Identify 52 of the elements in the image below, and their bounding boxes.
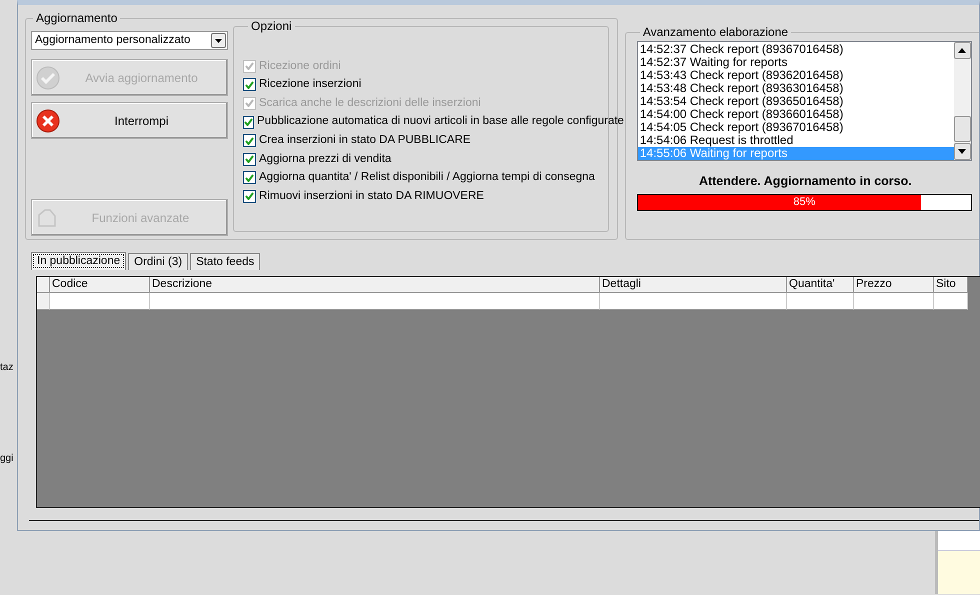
log-entry[interactable]: 14:54:05 Check report (89367016458): [638, 121, 954, 134]
column-header[interactable]: Descrizione: [150, 277, 600, 293]
row-header: [37, 293, 50, 310]
log-entry[interactable]: 14:53:54 Check report (89365016458): [638, 95, 954, 108]
option-label: Rimuovi inserzioni in stato DA RIMUOVERE: [259, 188, 484, 204]
text-fragment: taz: [0, 361, 14, 375]
checkbox[interactable]: [243, 152, 256, 166]
action-button[interactable]: Interrompi: [31, 102, 228, 139]
dropdown-arrow-icon: [215, 38, 222, 42]
check-icon: [36, 66, 60, 90]
column-header[interactable]: Codice: [50, 277, 150, 293]
option-label: Aggiorna prezzi di vendita: [259, 152, 392, 167]
progress-reading: 85%: [792, 194, 816, 210]
checkbox[interactable]: [243, 78, 256, 92]
scrollbar[interactable]: [954, 42, 971, 160]
checkbox[interactable]: [243, 171, 256, 184]
log-entry[interactable]: 14:52:37 Waiting for reports: [638, 56, 954, 69]
tab[interactable]: Ordini (3): [128, 253, 188, 270]
checkbox[interactable]: [243, 190, 256, 203]
tab[interactable]: Stato feeds: [190, 253, 260, 270]
option-label: Pubblicazione automatica di nuovi articoli in base alle regole configurate: [257, 114, 624, 130]
column-header[interactable]: Prezzo: [854, 277, 934, 293]
scroll-up-icon: [958, 48, 966, 53]
column-header[interactable]: Quantita': [787, 277, 854, 293]
mode-select[interactable]: Aggiornamento personalizzato: [31, 31, 228, 50]
scroll-thumb[interactable]: [954, 116, 971, 142]
stop-icon: [36, 108, 60, 132]
option-label: Ricezione inserzioni: [259, 77, 362, 92]
table-cell: [787, 293, 854, 310]
log-entry[interactable]: 14:52:37 Check report (89367016458): [638, 43, 954, 56]
row-header: [37, 277, 50, 293]
checkbox[interactable]: [243, 134, 256, 148]
option-label: Ricezione ordini: [259, 58, 341, 74]
window-corner: [935, 531, 980, 594]
option-label: Crea inserzioni in stato DA PUBBLICARE: [259, 133, 471, 148]
column-header[interactable]: Sito: [934, 277, 968, 293]
tab[interactable]: In pubblicazione: [31, 252, 126, 270]
log-entry[interactable]: 14:53:48 Check report (89363016458): [638, 82, 954, 95]
checkbox[interactable]: [243, 116, 254, 129]
group-title: Avanzamento elaborazione: [642, 25, 790, 39]
log-entry[interactable]: 14:54:00 Check report (89366016458): [638, 108, 954, 121]
group-title: Opzioni: [250, 19, 293, 33]
group-title: Aggiornamento: [35, 11, 118, 25]
option-label: Aggiorna quantita' / Relist disponibili / Aggiorna tempi di consegna: [259, 170, 595, 186]
option-label: Scarica anche le descrizioni delle inserzioni: [259, 96, 481, 111]
table-cell: [934, 293, 968, 310]
log-entry[interactable]: 14:53:43 Check report (89362016458): [638, 69, 954, 82]
text-fragment: ggi: [0, 452, 14, 466]
log-entry[interactable]: 14:54:06 Request is throttled: [638, 134, 954, 147]
status-text: Attendere. Aggiornamento in corso.: [698, 173, 913, 190]
scroll-down-icon: [958, 149, 966, 154]
column-header[interactable]: Dettagli: [600, 277, 787, 293]
